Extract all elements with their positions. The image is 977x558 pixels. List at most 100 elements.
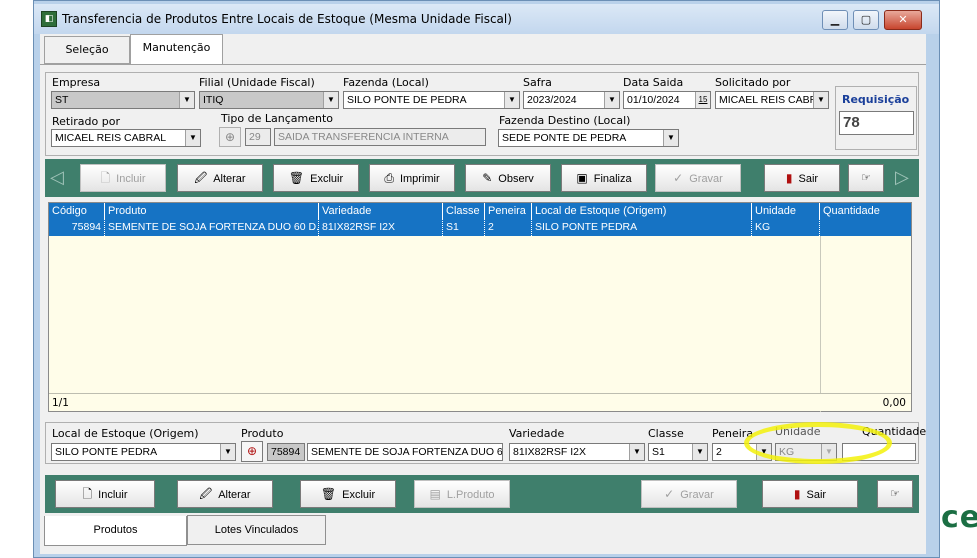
detail-produto-code: 75894 [267,443,305,461]
col-quantidade[interactable]: Quantidade [820,203,911,219]
safra-select[interactable]: 2023/2024 ▼ [523,91,620,109]
detail-sair-button[interactable]: ▮ Sair [762,480,858,508]
imprimir-label: Imprimir [399,173,440,185]
finaliza-button[interactable]: ▣ Finaliza [561,164,647,192]
data-saida-value: 01/10/2024 [627,94,680,106]
detail-gravar-button[interactable]: ✓ Gravar [641,480,737,508]
requisicao-value[interactable]: 78 [839,111,914,135]
app-icon: ◧ [41,11,57,27]
tipo-label: Tipo de Lançamento [221,112,334,125]
col-classe[interactable]: Classe [443,203,485,219]
pointing-hand-icon: ☞ [861,172,871,184]
solicitado-value: MICAEL REIS CABR [719,94,818,106]
retirado-select[interactable]: MICAEL REIS CABRAL ▼ [51,129,201,147]
cell-local: SILO PONTE PEDRA [532,219,752,236]
tab-manutencao[interactable]: Manutenção [130,34,223,64]
filial-select[interactable]: ITIQ ▼ [199,91,339,109]
chevron-down-icon[interactable]: ▼ [504,92,519,108]
fazenda-select[interactable]: SILO PONTE DE PEDRA ▼ [343,91,520,109]
lproduto-label: L.Produto [446,489,495,501]
tipo-value: SAIDA TRANSFERENCIA INTERNA [274,128,486,146]
finaliza-label: Finaliza [593,173,632,185]
detail-produto-name[interactable]: SEMENTE DE SOJA FORTENZA DUO 60 [307,443,503,461]
col-variedade[interactable]: Variedade [319,203,443,219]
col-local[interactable]: Local de Estoque (Origem) [532,203,752,219]
detail-incluir-button[interactable]: 🗋 Incluir [55,480,155,508]
data-saida-label: Data Saida [623,76,684,89]
chevron-down-icon[interactable]: ▼ [179,92,194,108]
col-produto[interactable]: Produto [105,203,319,219]
detail-classe-select[interactable]: S1 ▼ [648,443,708,461]
checkmark-icon: ✓ [664,487,675,501]
sair-label: Sair [798,173,819,185]
solicitado-select[interactable]: MICAEL REIS CABR ▼ [715,91,829,109]
detail-alterar-button[interactable]: 🖉 Alterar [177,480,273,508]
col-codigo[interactable]: Código [49,203,105,219]
empresa-select[interactable]: ST ▼ [51,91,195,109]
observ-button[interactable]: ✎ Observ [465,164,551,192]
col-peneira[interactable]: Peneira [485,203,532,219]
finalize-icon: ▣ [576,171,588,185]
minimize-button[interactable]: ▁ [822,10,848,30]
table-row[interactable]: 75894 SEMENTE DE SOJA FORTENZA DUO 60 D.… [49,219,911,236]
chevron-down-icon[interactable]: ▼ [663,130,678,146]
cell-classe: S1 [443,219,485,236]
maximize-button[interactable]: ▢ [853,10,879,30]
cell-quantidade [820,219,911,236]
detail-local-select[interactable]: SILO PONTE PEDRA ▼ [51,443,236,461]
tab-selecao[interactable]: Seleção [44,36,130,64]
chevron-down-icon[interactable]: ▼ [692,444,707,460]
excluir-button[interactable]: 🗑 Excluir [273,164,359,192]
detail-variedade-select[interactable]: 81IX82RSF I2X ▼ [509,443,645,461]
grid-footer: 1/1 0,00 [49,393,911,411]
note-icon: ✎ [482,171,493,185]
chevron-down-icon[interactable]: ▼ [604,92,619,108]
detail-incluir-label: Incluir [98,489,128,501]
chevron-down-icon[interactable]: ▼ [323,92,338,108]
detail-excluir-button[interactable]: 🗑 Excluir [300,480,396,508]
trash-icon: 🗑 [320,487,337,501]
chevron-down-icon[interactable]: ▼ [813,92,828,108]
prev-record-icon[interactable]: ◁ [50,164,74,192]
tab-produtos[interactable]: Produtos [44,516,187,546]
detail-alterar-label: Alterar [218,489,251,501]
chevron-down-icon[interactable]: ▼ [185,130,200,146]
gravar-button[interactable]: ✓ Gravar [655,164,741,192]
quantity-total: 0,00 [882,397,906,409]
cell-unidade: KG [752,219,820,236]
destino-select[interactable]: SEDE PONTE DE PEDRA ▼ [498,129,679,147]
lproduto-button[interactable]: ▤ L.Produto [414,480,510,508]
tab-divider [40,64,926,65]
imprimir-button[interactable]: ⎙ Imprimir [369,164,455,192]
destino-label: Fazenda Destino (Local) [499,114,631,127]
col-unidade[interactable]: Unidade [752,203,820,219]
requisicao-label: Requisição [842,93,910,106]
edit-document-icon: 🖉 [194,171,208,185]
exit-door-icon: ▮ [785,171,793,185]
alterar-label: Alterar [213,173,246,185]
window-title: Transferencia de Produtos Entre Locais d… [62,12,512,26]
detail-local-label: Local de Estoque (Origem) [52,427,199,440]
search-icon[interactable]: ⊕ [241,441,263,462]
fazenda-label: Fazenda (Local) [343,76,429,89]
product-list-icon: ▤ [429,487,441,501]
close-button[interactable]: ✕ [884,10,922,30]
tab-lotes-vinculados[interactable]: Lotes Vinculados [187,515,326,545]
detail-produto-label: Produto [241,427,284,440]
calendar-icon[interactable]: 15 [695,92,710,108]
detail-help-button[interactable]: ☞ [877,480,913,508]
chevron-down-icon[interactable]: ▼ [220,444,235,460]
printer-icon: ⎙ [384,171,394,185]
safra-label: Safra [523,76,552,89]
solicitado-label: Solicitado por [715,76,791,89]
incluir-label: Incluir [116,173,146,185]
next-record-icon[interactable]: ▷ [895,164,919,192]
incluir-button[interactable]: 🗋 Incluir [80,164,166,192]
detail-variedade-value: 81IX82RSF I2X [513,446,586,458]
chevron-down-icon[interactable]: ▼ [629,444,644,460]
help-button[interactable]: ☞ [848,164,884,192]
search-icon[interactable]: ⊕ [219,127,241,147]
sair-button[interactable]: ▮ Sair [764,164,840,192]
data-saida-input[interactable]: 01/10/2024 15 [623,91,711,109]
alterar-button[interactable]: 🖉 Alterar [177,164,263,192]
